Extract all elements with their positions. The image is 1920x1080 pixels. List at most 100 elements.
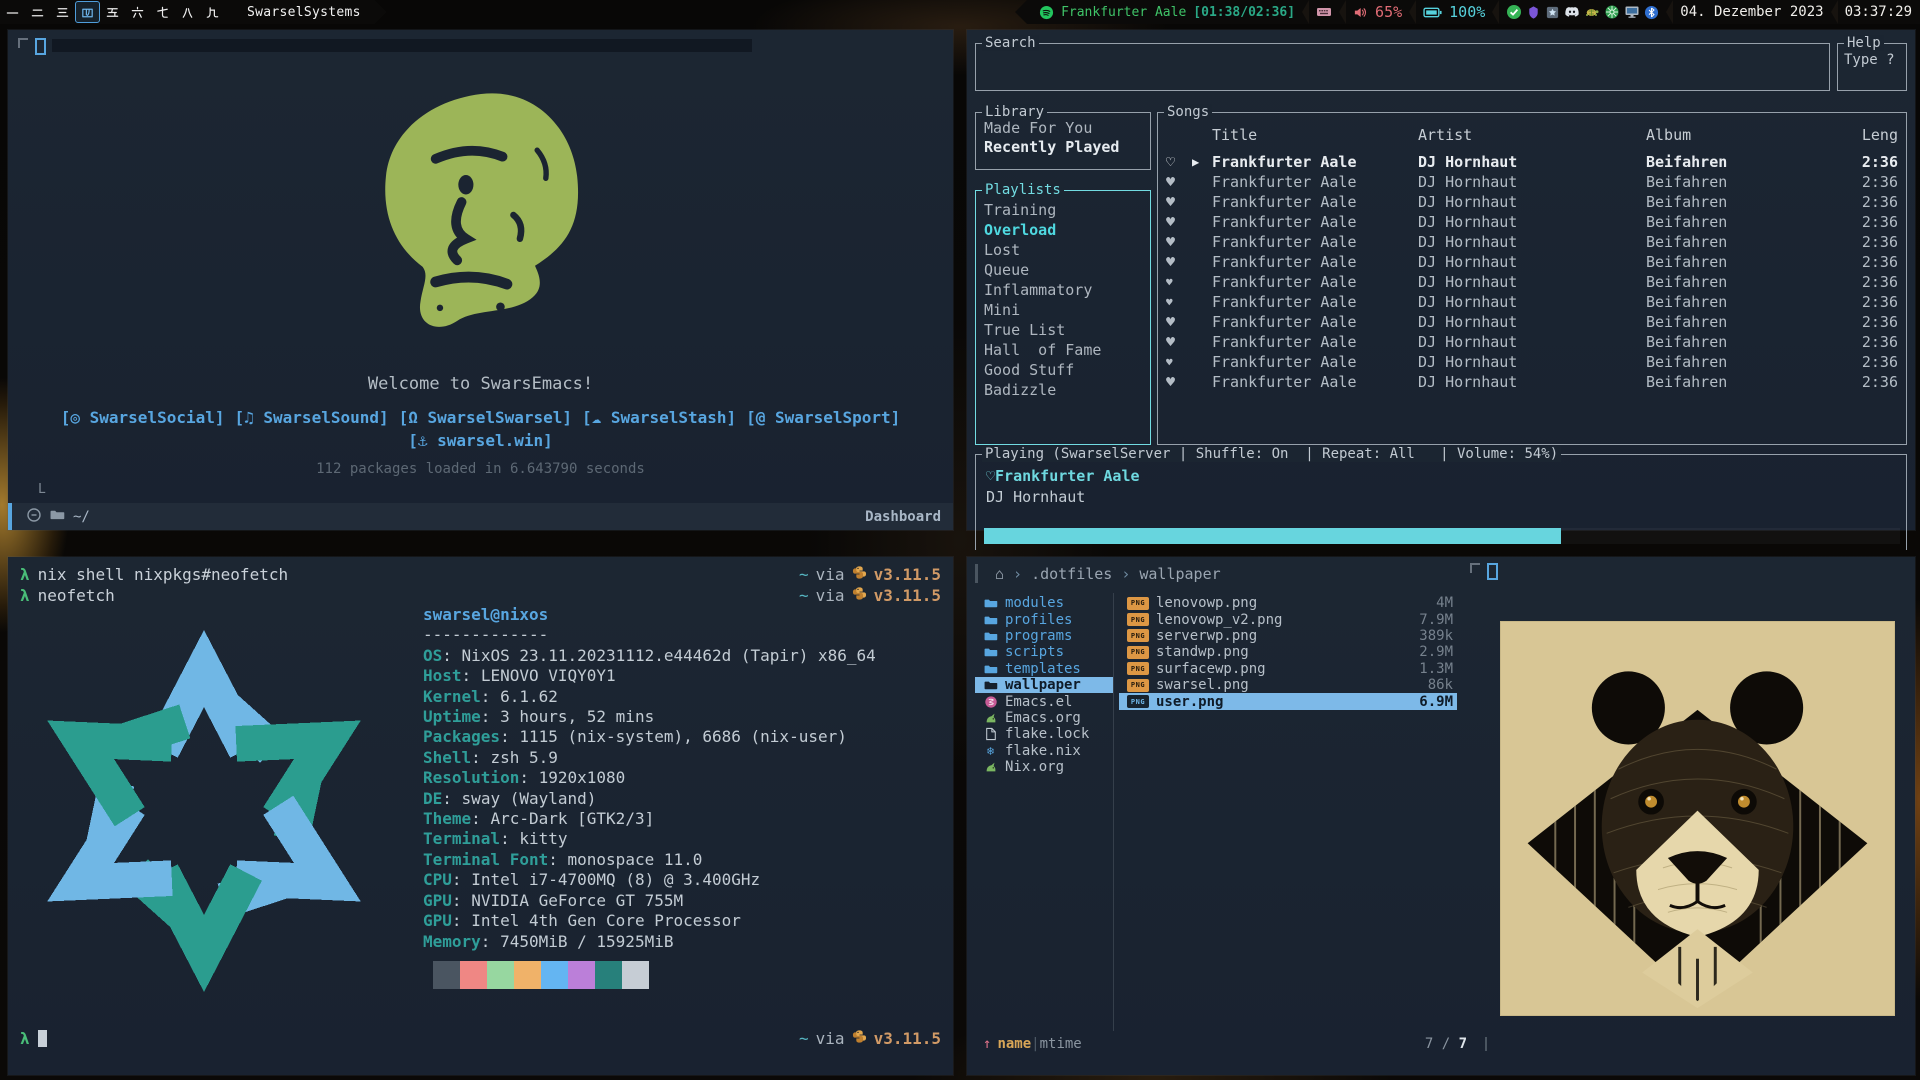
dashboard-link-5[interactable]: [@ SwarselSport]	[746, 408, 900, 427]
file-row-flake.lock[interactable]: flake.lock	[975, 726, 1113, 742]
playlist-item[interactable]: Good Stuff	[976, 360, 1150, 380]
song-row[interactable]: ♥Frankfurter AaleDJ HornhautBeifahren2:3…	[1158, 232, 1906, 252]
bluetooth-icon[interactable]	[1644, 5, 1659, 20]
song-row[interactable]: ♡▶Frankfurter AaleDJ HornhautBeifahren2:…	[1158, 152, 1906, 172]
heart-icon[interactable]: ♥	[1166, 213, 1192, 231]
dashboard-link-2[interactable]: [♫ SwarselSound]	[235, 408, 389, 427]
song-row[interactable]: ♥Frankfurter AaleDJ HornhautBeifahren2:3…	[1158, 352, 1906, 372]
file-row-lenovowp.png[interactable]: PNGlenovowp.png4M	[1119, 595, 1457, 611]
workspace-5[interactable]	[100, 1, 125, 23]
file-row-flake.nix[interactable]: ❄flake.nix	[975, 743, 1113, 759]
file-row-surfacewp.png[interactable]: PNGsurfacewp.png1.3M	[1119, 661, 1457, 677]
playlist-item[interactable]: Badizzle	[976, 380, 1150, 400]
file-row-user.png[interactable]: PNGuser.png6.9M	[1119, 693, 1457, 709]
now-playing-track[interactable]: Frankfurter Aale	[1061, 5, 1186, 20]
spotify-icon[interactable]	[1039, 5, 1054, 20]
file-row-swarsel.png[interactable]: PNGswarsel.png86k	[1119, 677, 1457, 693]
wheel-icon[interactable]	[1604, 4, 1620, 20]
file-row-profiles[interactable]: profiles	[975, 611, 1113, 627]
progress-bar[interactable]	[984, 528, 1900, 544]
dashboard-link-3[interactable]: [Ω SwarselSwarsel]	[399, 408, 572, 427]
turtle-icon[interactable]	[1584, 4, 1600, 20]
file-row-modules[interactable]: modules	[975, 595, 1113, 611]
workspace-7[interactable]	[150, 1, 175, 23]
file-manager-status-bar: ↑ name | mtime 7 / 7	[967, 1034, 1487, 1054]
column-artist[interactable]: Artist	[1418, 126, 1646, 144]
dashboard-link-4[interactable]: [☁ SwarselStash]	[582, 408, 736, 427]
workspace-3[interactable]	[50, 1, 75, 23]
workspace-1[interactable]	[0, 1, 25, 23]
heart-icon[interactable]: ♥	[1166, 313, 1192, 331]
emacs-modeline: ~/ Dashboard	[8, 503, 953, 530]
file-row-serverwp.png[interactable]: PNGserverwp.png389k	[1119, 628, 1457, 644]
volume-icon[interactable]	[1353, 5, 1368, 20]
heart-icon[interactable]: ♥	[1166, 276, 1192, 289]
playlist-item[interactable]: Inflammatory	[976, 280, 1150, 300]
song-row[interactable]: ♥Frankfurter AaleDJ HornhautBeifahren2:3…	[1158, 332, 1906, 352]
heart-icon[interactable]: ♥	[1166, 233, 1192, 251]
file-row-Emacs.org[interactable]: Emacs.org	[975, 710, 1113, 726]
playlist-item[interactable]: Training	[976, 200, 1150, 220]
emacs-icon	[983, 695, 998, 709]
song-row[interactable]: ♥Frankfurter AaleDJ HornhautBeifahren2:3…	[1158, 292, 1906, 312]
check-status-icon[interactable]	[1506, 4, 1522, 20]
site-link[interactable]: [⚓ swarsel.win]	[8, 431, 953, 450]
song-row[interactable]: ♥Frankfurter AaleDJ HornhautBeifahren2:3…	[1158, 372, 1906, 392]
heart-icon[interactable]: ♥	[1166, 173, 1192, 191]
neofetch-field: Kernel: 6.1.62	[423, 687, 876, 707]
search-input[interactable]	[976, 44, 1829, 90]
heart-icon[interactable]: ♥	[1166, 193, 1192, 211]
playlist-item[interactable]: True List	[976, 320, 1150, 340]
heart-icon[interactable]: ♡	[1166, 153, 1192, 171]
heart-icon[interactable]: ♡	[986, 467, 995, 485]
workspace-8[interactable]	[175, 1, 200, 23]
home-icon[interactable]: ⌂	[995, 565, 1004, 583]
playlist-item[interactable]: Queue	[976, 260, 1150, 280]
heart-icon[interactable]: ♥	[1166, 333, 1192, 351]
file-row-wallpaper[interactable]: wallpaper	[975, 677, 1113, 693]
breadcrumb-segment[interactable]: .dotfiles	[1031, 565, 1112, 583]
workspace-4[interactable]	[75, 1, 100, 23]
sort-ascending-icon[interactable]: ↑	[983, 1036, 991, 1052]
library-item[interactable]: Recently Played	[976, 138, 1150, 157]
file-row-lenovowp_v2.png[interactable]: PNGlenovowp_v2.png7.9M	[1119, 611, 1457, 627]
column-album[interactable]: Album	[1646, 126, 1836, 144]
star-box-icon[interactable]	[1545, 5, 1560, 20]
playlist-item[interactable]: Overload	[976, 220, 1150, 240]
breadcrumb-segment[interactable]: wallpaper	[1139, 565, 1220, 583]
file-row-programs[interactable]: programs	[975, 628, 1113, 644]
workspace-9[interactable]	[200, 1, 225, 23]
heart-icon[interactable]: ♥	[1166, 296, 1192, 309]
file-row-templates[interactable]: templates	[975, 661, 1113, 677]
song-row[interactable]: ♥Frankfurter AaleDJ HornhautBeifahren2:3…	[1158, 272, 1906, 292]
keyboard-layout-icon[interactable]	[1316, 6, 1332, 18]
song-row[interactable]: ♥Frankfurter AaleDJ HornhautBeifahren2:3…	[1158, 252, 1906, 272]
terminal-prompt-line[interactable]: λ ~viav3.11.5	[20, 1029, 941, 1048]
heart-icon[interactable]: ♥	[1166, 373, 1192, 391]
song-row[interactable]: ♥Frankfurter AaleDJ HornhautBeifahren2:3…	[1158, 192, 1906, 212]
dashboard-link-1[interactable]: [◎ SwarselSocial]	[61, 408, 225, 427]
display-icon[interactable]	[1624, 5, 1640, 19]
file-row-standwp.png[interactable]: PNGstandwp.png2.9M	[1119, 644, 1457, 660]
terminal-window[interactable]: λ nix shell nixpkgs#neofetch ~viav3.11.5…	[8, 557, 953, 1075]
song-row[interactable]: ♥Frankfurter AaleDJ HornhautBeifahren2:3…	[1158, 212, 1906, 232]
song-row[interactable]: ♥Frankfurter AaleDJ HornhautBeifahren2:3…	[1158, 312, 1906, 332]
playlist-item[interactable]: Hall of Fame	[976, 340, 1150, 360]
playlist-item[interactable]: Lost	[976, 240, 1150, 260]
file-row-scripts[interactable]: scripts	[975, 644, 1113, 660]
song-row[interactable]: ♥Frankfurter AaleDJ HornhautBeifahren2:3…	[1158, 172, 1906, 192]
column-title[interactable]: Title	[1212, 126, 1418, 144]
shield-icon[interactable]	[1526, 5, 1541, 20]
column-length[interactable]: Leng	[1836, 126, 1898, 144]
workspace-2[interactable]	[25, 1, 50, 23]
library-item[interactable]: Made For You	[976, 119, 1150, 138]
discord-icon[interactable]	[1564, 4, 1580, 20]
file-row-Emacs.el[interactable]: Emacs.el	[975, 693, 1113, 709]
playlist-item[interactable]: Mini	[976, 300, 1150, 320]
workspace-6[interactable]	[125, 1, 150, 23]
sort-field[interactable]: name	[997, 1036, 1031, 1052]
heart-icon[interactable]: ♥	[1166, 253, 1192, 271]
file-row-Nix.org[interactable]: Nix.org	[975, 759, 1113, 775]
sort-alt-field[interactable]: mtime	[1040, 1036, 1082, 1052]
heart-icon[interactable]: ♥	[1166, 356, 1192, 369]
